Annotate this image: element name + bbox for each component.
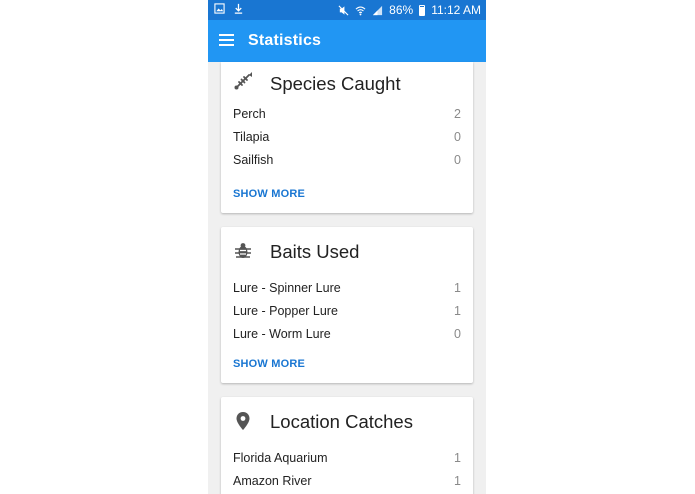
item-count: 1 <box>454 474 461 488</box>
status-time: 11:12 AM <box>431 3 481 17</box>
card-title: Species Caught <box>270 73 401 94</box>
card-title: Baits Used <box>270 241 360 262</box>
item-count: 0 <box>454 327 461 341</box>
list-item[interactable]: Tilapia 0 <box>221 126 473 149</box>
baits-used-card: Baits Used Lure - Spinner Lure 1 Lure - … <box>221 227 473 383</box>
item-count: 1 <box>454 304 461 318</box>
item-label: Lure - Worm Lure <box>233 327 331 341</box>
item-count: 1 <box>454 451 461 465</box>
signal-icon <box>373 5 383 15</box>
page-title: Statistics <box>248 32 322 49</box>
item-label: Sailfish <box>233 153 274 167</box>
battery-icon <box>419 4 426 16</box>
battery-percent: 86% <box>389 3 414 17</box>
item-label: Lure - Spinner Lure <box>233 281 341 295</box>
fish-bone-icon <box>234 72 252 90</box>
list-item[interactable]: Lure - Popper Lure 1 <box>221 300 473 323</box>
list-item[interactable]: Perch 2 <box>221 103 473 126</box>
item-count: 2 <box>454 107 461 121</box>
gallery-icon <box>214 3 225 14</box>
menu-icon[interactable] <box>219 34 234 46</box>
item-label: Lure - Popper Lure <box>233 304 338 318</box>
status-bar: 86% 11:12 AM <box>208 0 486 20</box>
item-label: Tilapia <box>233 130 270 144</box>
mute-icon <box>338 5 349 15</box>
bug-icon <box>235 243 251 258</box>
item-count: 0 <box>454 153 461 167</box>
map-pin-icon <box>236 412 250 430</box>
list-item[interactable]: Amazon River 1 <box>221 470 473 493</box>
item-label: Florida Aquarium <box>233 451 328 465</box>
wifi-icon <box>355 6 366 15</box>
species-caught-card: Species Caught Perch 2 Tilapia 0 Sailfis… <box>221 62 473 213</box>
list-item[interactable]: Sailfish 0 <box>221 149 473 172</box>
item-label: Amazon River <box>233 474 312 488</box>
item-label: Perch <box>233 107 266 121</box>
item-count: 0 <box>454 130 461 144</box>
item-count: 1 <box>454 281 461 295</box>
list-item[interactable]: Lure - Spinner Lure 1 <box>221 277 473 300</box>
app-bar: Statistics <box>208 20 486 62</box>
list-item[interactable]: Lure - Worm Lure 0 <box>221 323 473 346</box>
location-catches-card: Location Catches Florida Aquarium 1 Amaz… <box>221 397 473 494</box>
show-more-button[interactable]: SHOW MORE <box>233 188 305 200</box>
list-item[interactable]: Florida Aquarium 1 <box>221 447 473 470</box>
phone-screen: 86% 11:12 AM Statistics Species Caught P… <box>208 0 486 494</box>
download-icon <box>234 3 243 14</box>
card-title: Location Catches <box>270 411 413 432</box>
show-more-button[interactable]: SHOW MORE <box>233 358 305 370</box>
